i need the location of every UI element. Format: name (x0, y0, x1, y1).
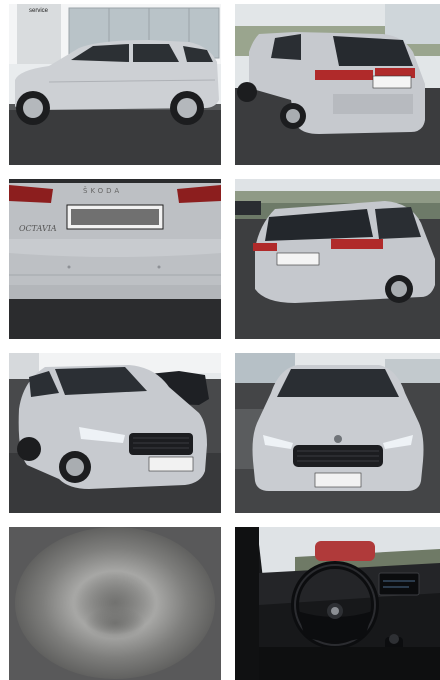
dealer-sign-text: service (29, 8, 49, 14)
gallery-photo-tailgate[interactable]: ŠKODA OCTAVIA (9, 179, 221, 339)
gallery-photo-rear-right[interactable] (235, 179, 440, 339)
model-badge-text: OCTAVIA (19, 224, 57, 233)
gallery-photo-rear-left[interactable] (235, 4, 440, 165)
gallery-photo-interior[interactable] (235, 527, 440, 680)
gallery-photo-blurred[interactable] (9, 527, 221, 680)
gallery-photo-front[interactable] (235, 353, 440, 513)
brand-badge-text: ŠKODA (83, 186, 122, 195)
gallery-photo-side-view[interactable]: service (9, 4, 221, 165)
gallery-photo-front-left[interactable] (9, 353, 221, 513)
photo-gallery: service ŠKODA OCTAVIA (0, 0, 440, 680)
